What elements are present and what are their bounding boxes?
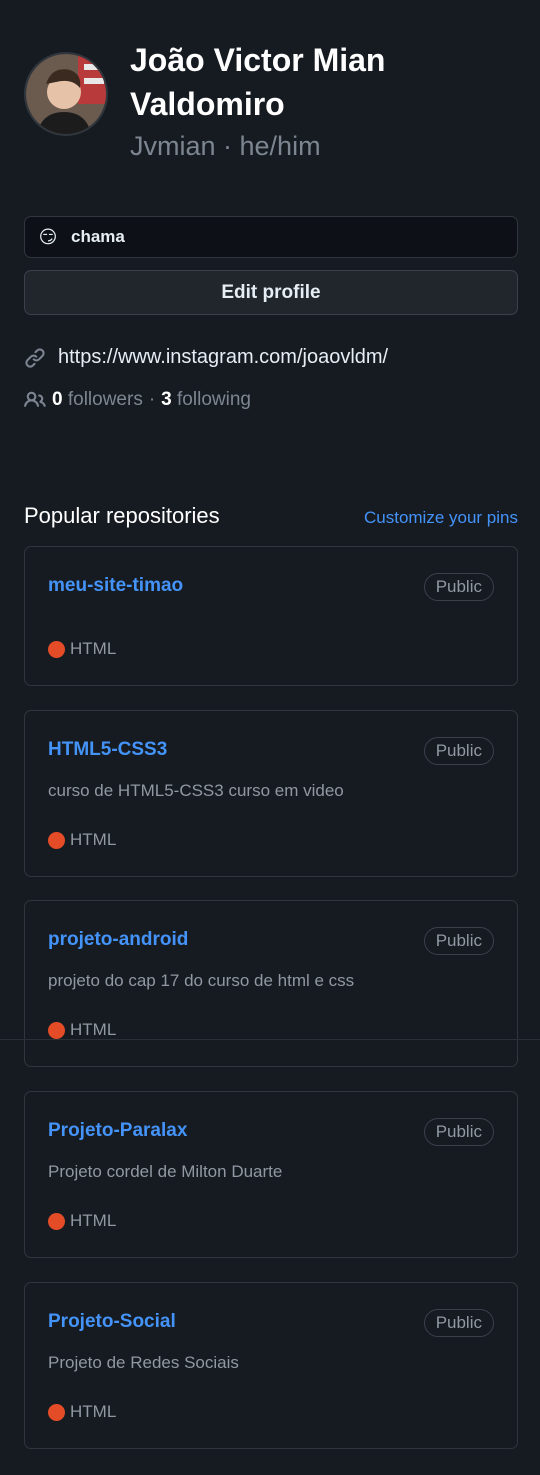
repo-name-link[interactable]: meu-site-timao: [48, 575, 183, 597]
repo-language: HTML: [48, 639, 116, 659]
profile-name-line2: Valdomiro: [130, 86, 285, 122]
visibility-badge: Public: [423, 1309, 494, 1337]
language-color-dot: [48, 1403, 65, 1421]
stats-separator: ·: [148, 389, 156, 410]
followers-link[interactable]: 0 followers: [52, 389, 143, 411]
repo-name-link[interactable]: projeto-android: [48, 929, 188, 951]
visibility-badge: Public: [423, 737, 494, 765]
repo-language: HTML: [48, 1020, 116, 1040]
repo-card: projeto-android Public projeto do cap 17…: [24, 900, 518, 1067]
repo-language: HTML: [48, 1402, 116, 1422]
status-emoji-icon: 😏: [38, 226, 58, 247]
repo-card: meu-site-timao Public HTML: [24, 546, 518, 686]
repo-card: Projeto-Social Public Projeto de Redes S…: [24, 1282, 518, 1449]
repo-language-label: HTML: [70, 639, 117, 658]
visibility-badge: Public: [423, 573, 494, 601]
status-button[interactable]: 😏 chama: [24, 216, 518, 258]
repo-language-label: HTML: [70, 1211, 117, 1230]
avatar[interactable]: [24, 52, 108, 136]
popular-repos-header: Popular repositories Customize your pins: [24, 503, 518, 529]
language-color-dot: [48, 831, 65, 849]
profile-name-line1: João Victor Mian: [130, 42, 386, 78]
repo-language-label: HTML: [70, 1020, 117, 1039]
profile-username-pronouns: Jvmian · he/him: [130, 131, 321, 161]
repo-language: HTML: [48, 830, 116, 850]
repo-language-label: HTML: [70, 1402, 117, 1421]
language-color-dot: [48, 640, 65, 658]
profile-header: João Victor Mian Valdomiro Jvmian · he/h…: [24, 38, 450, 164]
website-row: https://www.instagram.com/joaovldm/: [24, 346, 388, 369]
repo-name-link[interactable]: HTML5-CSS3: [48, 739, 167, 761]
link-icon: [25, 347, 45, 368]
repo-description: curso de HTML5-CSS3 curso em video: [48, 781, 344, 800]
language-color-dot: [48, 1212, 65, 1230]
follow-stats: 0 followers · 3 following: [24, 389, 251, 411]
popular-repos-title: Popular repositories: [24, 503, 220, 528]
profile-fullname: João Victor Mian Valdomiro: [130, 38, 450, 126]
following-count: 3: [161, 389, 172, 410]
followers-count: 0: [52, 389, 63, 410]
customize-pins-link[interactable]: Customize your pins: [364, 508, 518, 528]
repo-name-link[interactable]: Projeto-Paralax: [48, 1120, 187, 1142]
divider: [0, 1039, 540, 1040]
following-link[interactable]: 3 following: [161, 389, 251, 411]
repo-card: HTML5-CSS3 Public curso de HTML5-CSS3 cu…: [24, 710, 518, 877]
repo-language-label: HTML: [70, 830, 117, 849]
language-color-dot: [48, 1021, 65, 1039]
followers-label: followers: [67, 389, 143, 410]
status-text: chama: [71, 227, 125, 246]
profile-names: João Victor Mian Valdomiro Jvmian · he/h…: [130, 38, 450, 164]
repo-description: Projeto cordel de Milton Duarte: [48, 1162, 283, 1181]
edit-profile-button[interactable]: Edit profile: [24, 270, 518, 315]
repo-card: Projeto-Paralax Public Projeto cordel de…: [24, 1091, 518, 1258]
website-link[interactable]: https://www.instagram.com/joaovldm/: [58, 346, 388, 369]
repo-description: projeto do cap 17 do curso de html e css: [48, 971, 355, 990]
visibility-badge: Public: [423, 1118, 494, 1146]
people-icon: [24, 391, 46, 407]
following-label: following: [177, 389, 251, 410]
repo-language: HTML: [48, 1211, 116, 1231]
repo-name-link[interactable]: Projeto-Social: [48, 1311, 176, 1333]
visibility-badge: Public: [423, 927, 494, 955]
repo-description: Projeto de Redes Sociais: [48, 1353, 239, 1372]
